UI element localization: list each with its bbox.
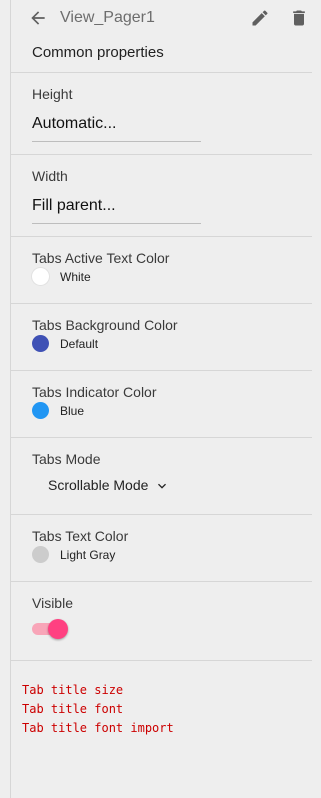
warning-tab-title-size: Tab title size xyxy=(22,683,124,697)
delete-button[interactable] xyxy=(289,8,309,28)
height-value[interactable]: Automatic... xyxy=(32,115,201,142)
divider xyxy=(11,514,312,515)
trash-icon xyxy=(293,10,305,26)
tabs-mode-label: Tabs Mode xyxy=(32,451,101,467)
tabs-background-color-label: Tabs Background Color xyxy=(32,317,178,333)
chevron-down-icon xyxy=(158,483,167,489)
width-value[interactable]: Fill parent... xyxy=(32,197,201,224)
tabs-text-color-label: Tabs Text Color xyxy=(32,528,129,544)
back-button[interactable] xyxy=(28,8,48,28)
divider xyxy=(11,303,312,304)
tabs-indicator-color-label: Tabs Indicator Color xyxy=(32,384,157,400)
visible-label: Visible xyxy=(32,595,73,611)
divider xyxy=(11,437,312,438)
tabs-mode-dropdown[interactable]: Scrollable Mode xyxy=(48,477,170,497)
divider xyxy=(11,581,312,582)
section-title: Common properties xyxy=(32,44,164,61)
color-name: Blue xyxy=(60,404,85,418)
color-name: Light Gray xyxy=(60,548,116,562)
divider xyxy=(11,236,312,237)
divider xyxy=(11,72,312,73)
properties-header: View_Pager1 xyxy=(0,0,321,36)
visible-toggle[interactable] xyxy=(32,617,68,641)
color-name: Default xyxy=(60,337,99,351)
tabs-mode-value: Scrollable Mode xyxy=(48,477,149,493)
toggle-thumb xyxy=(48,619,68,639)
divider xyxy=(11,154,312,155)
warning-tab-title-font-import: Tab title font import xyxy=(22,721,174,735)
panel-left-border xyxy=(10,0,11,798)
color-swatch xyxy=(32,268,49,285)
color-swatch xyxy=(32,546,49,563)
height-label: Height xyxy=(32,86,73,102)
divider xyxy=(11,660,312,661)
color-swatch xyxy=(32,402,49,419)
width-label: Width xyxy=(32,168,68,184)
color-name: White xyxy=(60,270,91,284)
divider xyxy=(11,370,312,371)
warning-tab-title-font: Tab title font xyxy=(22,702,124,716)
tabs-active-text-color-label: Tabs Active Text Color xyxy=(32,250,170,266)
rename-button[interactable] xyxy=(250,8,270,28)
arrow-back-icon xyxy=(31,11,45,25)
pencil-icon xyxy=(252,10,268,26)
color-swatch xyxy=(32,335,49,352)
component-name: View_Pager1 xyxy=(60,9,155,26)
